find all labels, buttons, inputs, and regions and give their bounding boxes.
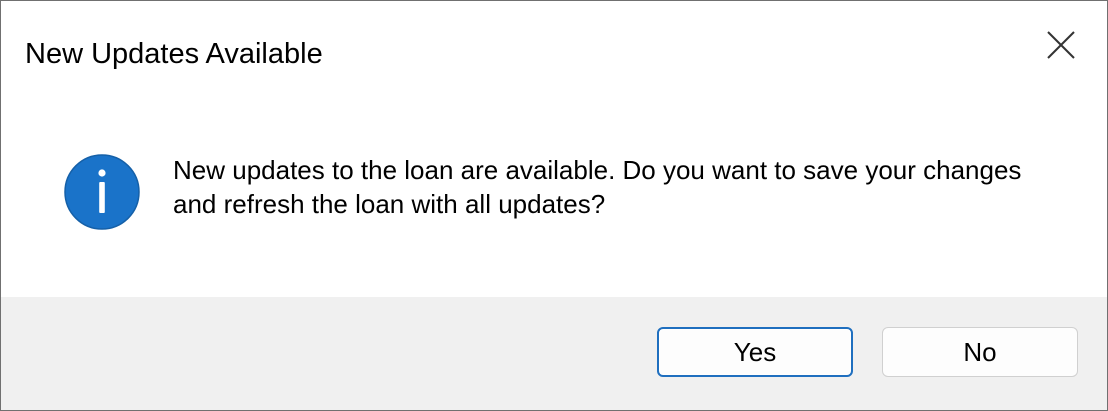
no-button[interactable]: No [882,327,1078,377]
title-bar: New Updates Available [1,1,1107,101]
dialog-content: New updates to the loan are available. D… [1,101,1107,297]
yes-button[interactable]: Yes [657,327,853,377]
dialog-title: New Updates Available [25,38,323,70]
info-icon [64,154,140,230]
close-icon [1047,31,1075,59]
close-button[interactable] [1037,21,1085,69]
dialog-message: New updates to the loan are available. D… [173,155,1022,219]
button-bar: Yes No [1,297,1107,410]
update-dialog: New Updates Available New updates to the… [0,0,1108,411]
